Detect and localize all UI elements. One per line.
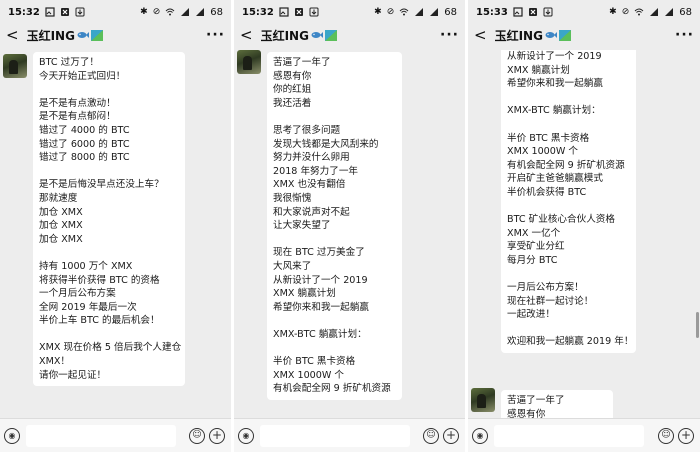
chat-title-wrap: 玉红ING [261, 27, 337, 44]
battery-level: 68 [679, 6, 692, 18]
message-bubble[interactable]: 苦逼了一年了 感恩有你 你的红姐 我还活着 思考了很多问题 发现大钱都是大风刮来… [267, 52, 402, 400]
flag-icon [558, 29, 571, 41]
back-button[interactable]: < [6, 27, 19, 43]
status-time: 15:32 [8, 6, 40, 18]
voice-icon[interactable]: ◉ [238, 428, 254, 444]
chat-header: < 玉红ING ··· [234, 24, 465, 46]
bluetooth-icon: ✱ [374, 7, 382, 17]
back-button[interactable]: < [240, 27, 253, 43]
avatar[interactable] [237, 50, 261, 74]
emoji-icon[interactable]: ☺ [658, 428, 674, 444]
input-bar: ◉ ☺ + [0, 418, 231, 452]
more-options-button[interactable]: ··· [675, 27, 694, 43]
input-bar: ◉ ☺ + [468, 418, 700, 452]
download-icon [75, 7, 85, 17]
status-bar: 15:33 ✱ ⊘ 68 [468, 0, 700, 24]
back-button[interactable]: < [474, 27, 487, 43]
chat-area[interactable]: 苦逼了一年了 感恩有你 你的红姐 我还活着 思考了很多问题 发现大钱都是大风刮来… [234, 50, 465, 418]
chat-header: < 玉红ING ··· [468, 24, 700, 46]
message-bubble[interactable]: 从新设计了一个 2019 XMX 躺赢计划 希望你来和我一起躺赢 XMX-BTC… [501, 50, 636, 354]
bluetooth-icon: ✱ [609, 7, 617, 17]
mute-icon: ⊘ [386, 7, 395, 17]
signal-icon [181, 8, 190, 16]
signal-icon-2 [665, 8, 674, 16]
more-options-button[interactable]: ··· [440, 27, 459, 43]
message-input[interactable] [260, 425, 410, 447]
flag-icon [90, 29, 103, 41]
image-icon [279, 7, 289, 17]
image-icon [513, 7, 523, 17]
battery-level: 68 [210, 6, 223, 18]
chat-title: 玉红ING [260, 28, 309, 43]
message-bubble[interactable]: BTC 过万了！ 今天开始正式回归！ 是不是有点激动！ 是不是有点郁闷！ 错过了… [33, 52, 185, 387]
chat-title-wrap: 玉红ING [27, 27, 103, 44]
divider [231, 0, 234, 452]
signal-icon [415, 8, 424, 16]
chat-title: 玉红ING [494, 28, 543, 43]
plus-icon[interactable]: + [678, 428, 694, 444]
status-time: 15:32 [242, 6, 274, 18]
chat-screen-2: 15:32 ✱ ⊘ 68 < 玉红ING ··· 苦逼了一年了 感恩有你 你的红… [234, 0, 465, 452]
scrollbar[interactable] [696, 312, 699, 338]
signal-icon-2 [196, 8, 205, 16]
plus-icon[interactable]: + [209, 428, 225, 444]
status-time: 15:33 [476, 6, 508, 18]
signal-icon [650, 8, 659, 16]
battery-level: 68 [444, 6, 457, 18]
wifi-icon [399, 8, 409, 16]
chat-area[interactable]: BTC 过万了！ 今天开始正式回归！ 是不是有点激动！ 是不是有点郁闷！ 错过了… [0, 50, 231, 418]
notification-icon [528, 8, 537, 16]
fish-icon [311, 32, 323, 38]
more-options-button[interactable]: ··· [206, 27, 225, 43]
screenshot-collage: 15:32 ✱ ⊘ 68 < 玉红ING ··· BTC 过万了！ 今天开始正式… [0, 0, 700, 452]
fish-icon [77, 32, 89, 38]
status-bar: 15:32 ✱ ⊘ 68 [0, 0, 231, 24]
bluetooth-icon: ✱ [140, 7, 148, 17]
avatar[interactable] [3, 54, 27, 78]
message-bubble[interactable]: 苦逼了一年了 感恩有你 [501, 390, 613, 418]
fish-icon [545, 32, 557, 38]
wifi-icon [165, 8, 175, 16]
download-icon [543, 7, 553, 17]
plus-icon[interactable]: + [443, 428, 459, 444]
avatar[interactable] [471, 388, 495, 412]
message-input[interactable] [494, 425, 644, 447]
wifi-icon [634, 8, 644, 16]
signal-icon-2 [430, 8, 439, 16]
chat-title: 玉红ING [26, 28, 75, 43]
emoji-icon[interactable]: ☺ [189, 428, 205, 444]
status-bar: 15:32 ✱ ⊘ 68 [234, 0, 465, 24]
download-icon [309, 7, 319, 17]
divider [465, 0, 468, 452]
chat-title-wrap: 玉红ING [495, 27, 571, 44]
message-input[interactable] [26, 425, 176, 447]
mute-icon: ⊘ [152, 7, 161, 17]
voice-icon[interactable]: ◉ [4, 428, 20, 444]
flag-icon [324, 29, 337, 41]
chat-screen-1: 15:32 ✱ ⊘ 68 < 玉红ING ··· BTC 过万了！ 今天开始正式… [0, 0, 231, 452]
chat-screen-3: 15:33 ✱ ⊘ 68 < 玉红ING ··· 从新设计了一个 2019 XM… [468, 0, 700, 452]
chat-header: < 玉红ING ··· [0, 24, 231, 46]
notification-icon [60, 8, 69, 16]
voice-icon[interactable]: ◉ [472, 428, 488, 444]
mute-icon: ⊘ [621, 7, 630, 17]
emoji-icon[interactable]: ☺ [423, 428, 439, 444]
notification-icon [294, 8, 303, 16]
chat-area[interactable]: 从新设计了一个 2019 XMX 躺赢计划 希望你来和我一起躺赢 XMX-BTC… [468, 50, 700, 418]
input-bar: ◉ ☺ + [234, 418, 465, 452]
image-icon [45, 7, 55, 17]
